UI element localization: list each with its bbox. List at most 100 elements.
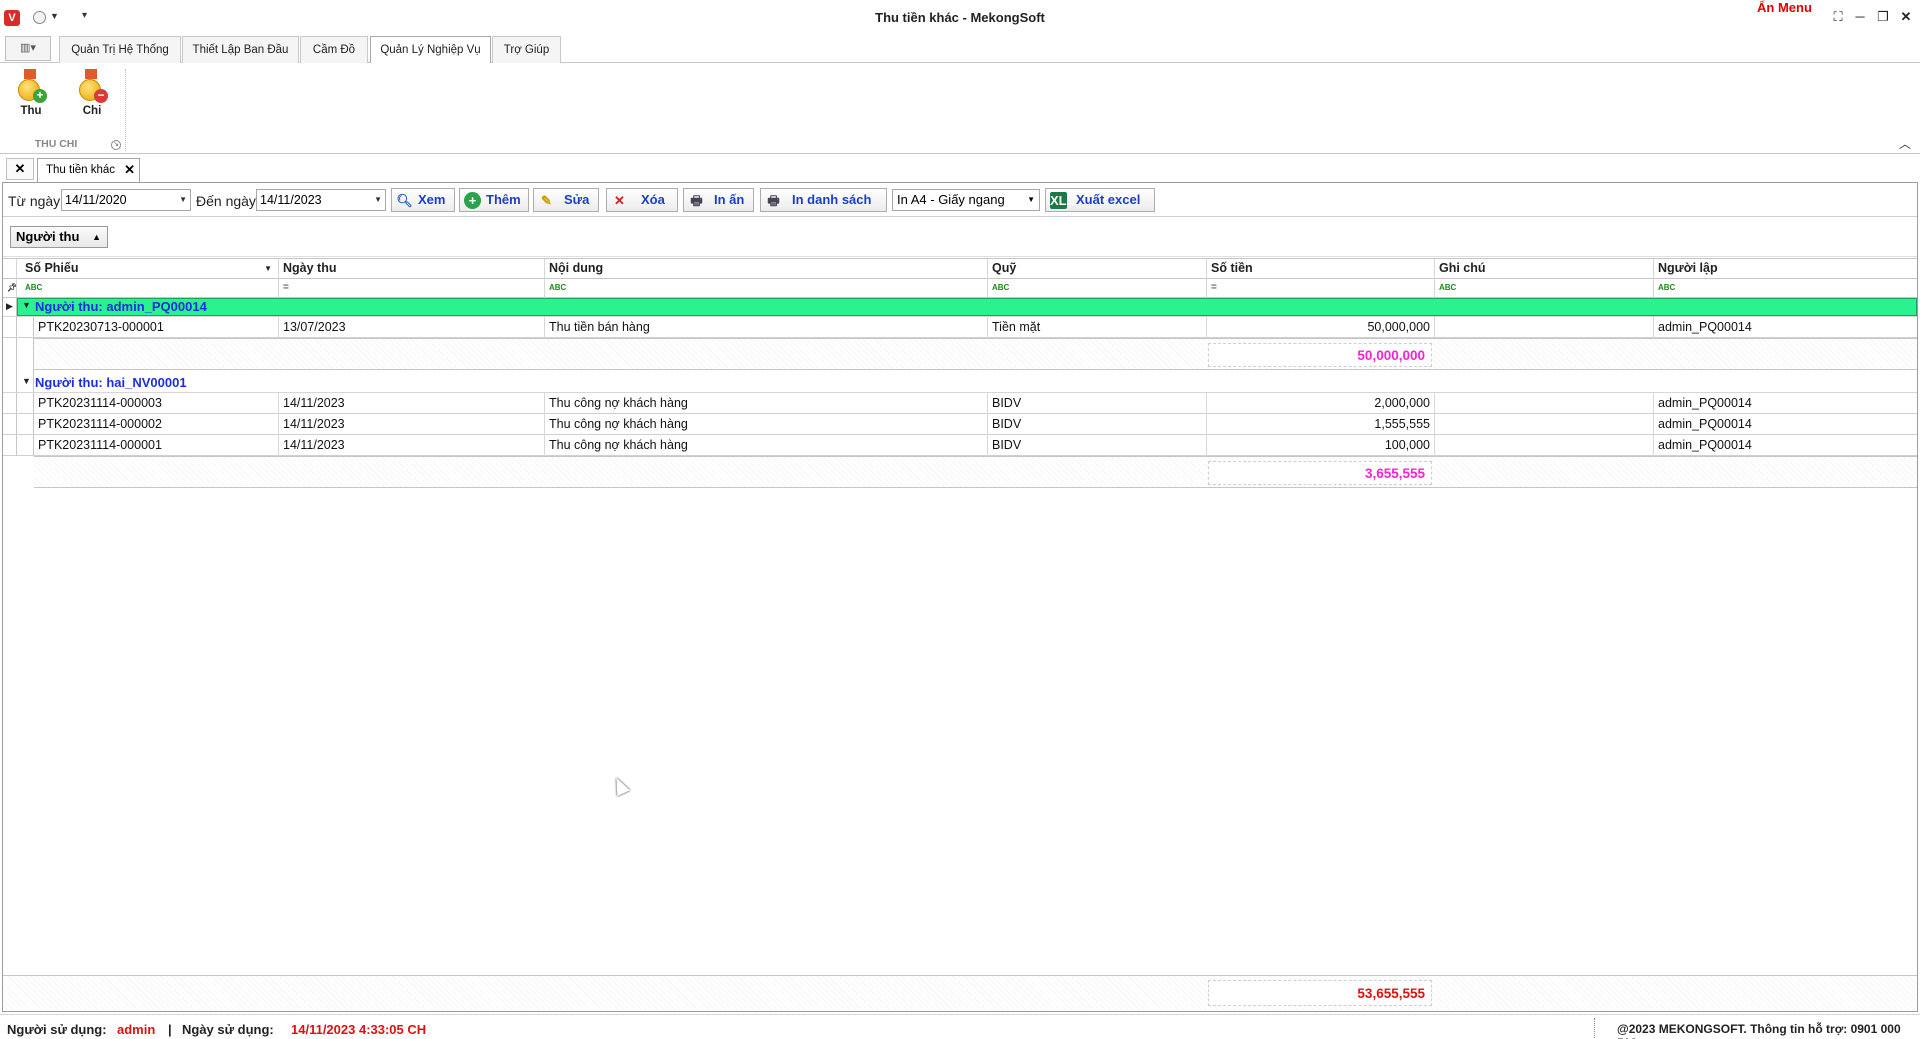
col-noi-dung[interactable]: Nội dung (545, 259, 988, 279)
plus-icon: + (464, 192, 481, 209)
table-row[interactable]: PTK20231114-000002 14/11/2023 Thu công n… (3, 414, 1917, 435)
hide-menu-link[interactable]: Ẩn Menu (1757, 0, 1812, 15)
col-ghi-chu[interactable]: Ghi chú (1435, 259, 1654, 279)
cell-quy: BIDV (988, 435, 1207, 456)
print-button[interactable]: 🖶 In ấn (683, 188, 754, 212)
search-icon: 🔍︎ (396, 193, 413, 208)
group-launcher-icon[interactable]: ↘ (111, 140, 121, 150)
group-footer-row: 50,000,000 (34, 338, 1917, 370)
date-label: Ngày sử dụng: (182, 1022, 274, 1037)
group-row[interactable]: ▶ ▼ Người thu: admin_PQ00014 (3, 298, 1917, 317)
tab-quan-tri-he-thong[interactable]: Quản Trị Hệ Thống (59, 36, 181, 63)
tab-tro-giup[interactable]: Trợ Giúp (492, 36, 561, 63)
restore-icon[interactable]: ❐ (1874, 9, 1892, 25)
tab-thiet-lap-ban-dau[interactable]: Thiết Lập Ban Đầu (182, 36, 299, 63)
chevron-down-icon[interactable]: ▼ (1027, 190, 1035, 210)
paper-size-select[interactable]: In A4 - Giấy ngang ▼ (892, 189, 1040, 211)
cell-quy: BIDV (988, 414, 1207, 435)
mouse-cursor-icon (610, 774, 630, 797)
delete-icon: ✕ (614, 193, 625, 208)
expand-group-icon[interactable]: ▼ (22, 376, 31, 386)
cell-so-phieu: PTK20230713-000001 (34, 317, 279, 338)
group-by-chip[interactable]: Người thu ▲ (10, 226, 108, 248)
group-title: Người thu: admin_PQ00014 (35, 299, 207, 314)
filter-dropdown-icon[interactable]: ▼ (264, 259, 272, 278)
col-so-phieu[interactable]: Số Phiếu ▼ (21, 259, 279, 279)
chevron-down-icon[interactable]: ▼ (179, 190, 187, 210)
add-button[interactable]: + Thêm (459, 188, 529, 212)
table-row[interactable]: PTK20231114-000001 14/11/2023 Thu công n… (3, 435, 1917, 456)
col-ngay-thu[interactable]: Ngày thu (279, 259, 545, 279)
collapse-ribbon-icon[interactable]: ︿ (1899, 135, 1911, 152)
cell-so-phieu: PTK20231114-000003 (34, 393, 279, 414)
cell-nguoi-lap: admin_PQ00014 (1658, 396, 1752, 410)
col-nguoi-lap[interactable]: Người lập (1654, 259, 1917, 279)
filter-ghi-chu[interactable]: ABC (1435, 279, 1654, 297)
filter-nguoi-lap[interactable]: ABC (1654, 279, 1917, 297)
cell-nguoi-lap: admin_PQ00014 (1658, 438, 1752, 452)
thu-button[interactable]: + Thu (5, 67, 57, 125)
chi-button[interactable]: − Chi (66, 67, 118, 125)
chi-label: Chi (82, 105, 102, 117)
cell-nguoi-lap: admin_PQ00014 (1658, 320, 1752, 334)
copyright-text: @2023 MEKONGSOFT. Thông tin hỗ trợ: 0901… (1617, 1022, 1901, 1039)
date-value: 14/11/2023 4:33:05 CH (291, 1022, 427, 1037)
doc-tab-label: Thu tiền khác (46, 164, 116, 176)
minimize-icon[interactable]: ─ (1851, 9, 1869, 24)
cell-noi-dung: Thu công nợ khách hàng (545, 435, 988, 456)
edit-button[interactable]: ✎ Sửa (533, 188, 599, 212)
group-by-label: Người thu (16, 229, 80, 244)
print-list-button-label: In danh sách (792, 192, 872, 207)
group-by-panel: Người thu ▲ (3, 217, 1917, 257)
app-menu-button[interactable]: ▥▾ (5, 36, 51, 61)
thu-label: Thu (20, 105, 42, 117)
close-tab-icon[interactable]: ✕ (124, 159, 135, 181)
cell-noi-dung: Thu công nợ khách hàng (545, 414, 988, 435)
to-date-input[interactable]: 14/11/2023 ▼ (256, 189, 386, 211)
cell-so-tien: 50,000,000 (1207, 317, 1435, 338)
cell-so-phieu: PTK20231114-000002 (34, 414, 279, 435)
export-excel-label: Xuất excel (1076, 192, 1141, 207)
table-row[interactable]: PTK20230713-000001 13/07/2023 Thu tiền b… (3, 317, 1917, 338)
cell-so-tien: 2,000,000 (1207, 393, 1435, 414)
filter-so-tien[interactable]: = (1207, 279, 1435, 297)
ribbon-group-label: THU CHI (34, 138, 78, 150)
header-row: Số Phiếu ▼ Ngày thu Nội dung Quỹ Số tiền… (3, 258, 1917, 279)
export-excel-button[interactable]: XLS Xuất excel (1045, 188, 1155, 212)
filter-pin-icon[interactable]: 📌︎ (3, 279, 17, 297)
col-so-tien[interactable]: Số tiền (1207, 259, 1435, 279)
window-title: Thu tiền khác - MekongSoft (875, 10, 1045, 25)
cell-ngay-thu: 14/11/2023 (279, 393, 545, 414)
filter-ngay-thu[interactable]: = (279, 279, 545, 297)
close-window-icon[interactable]: ✕ (1897, 9, 1915, 25)
col-so-phieu-label: Số Phiếu (25, 261, 79, 275)
tab-quan-ly-nghiep-vu[interactable]: Quản Lý Nghiệp Vụ (370, 36, 491, 64)
toolbar: Từ ngày 14/11/2020 ▼ Đến ngày 14/11/2023… (3, 183, 1917, 217)
table-row[interactable]: PTK20231114-000003 14/11/2023 Thu công n… (3, 393, 1917, 414)
view-button-label: Xem (418, 192, 446, 207)
group-separator (125, 69, 126, 151)
col-quy[interactable]: Quỹ (988, 259, 1207, 279)
delete-button[interactable]: ✕ Xóa (606, 188, 678, 212)
from-date-input[interactable]: 14/11/2020 ▼ (61, 189, 191, 211)
tab-cam-do[interactable]: Cầm Đồ (300, 36, 368, 63)
view-button[interactable]: 🔍︎ Xem (391, 188, 455, 212)
print-list-button[interactable]: 🖶 In danh sách (760, 188, 887, 212)
sort-asc-icon[interactable]: ▲ (92, 227, 101, 247)
filter-noi-dung[interactable]: ABC (545, 279, 988, 297)
close-all-tabs-button[interactable]: ✕ (6, 158, 34, 180)
expand-group-icon[interactable]: ▼ (22, 300, 31, 310)
coin-minus-icon: − (75, 69, 109, 103)
tab-thu-tien-khac[interactable]: Thu tiền khác ✕ (37, 158, 140, 182)
cell-so-phieu: PTK20231114-000001 (34, 435, 279, 456)
grand-total-footer: 53,655,555 (3, 975, 1917, 1010)
from-date-label: Từ ngày (8, 193, 61, 209)
group-row[interactable]: ▼ Người thu: hai_NV00001 (3, 374, 1917, 393)
filter-quy[interactable]: ABC (988, 279, 1207, 297)
fullscreen-icon[interactable]: ⛶ (1829, 9, 1847, 25)
chevron-down-icon[interactable]: ▼ (374, 190, 382, 210)
cell-ngay-thu: 14/11/2023 (279, 435, 545, 456)
from-date-value: 14/11/2020 (65, 193, 127, 207)
filter-so-phieu[interactable]: ABC (21, 279, 279, 297)
cell-so-tien: 1,555,555 (1207, 414, 1435, 435)
